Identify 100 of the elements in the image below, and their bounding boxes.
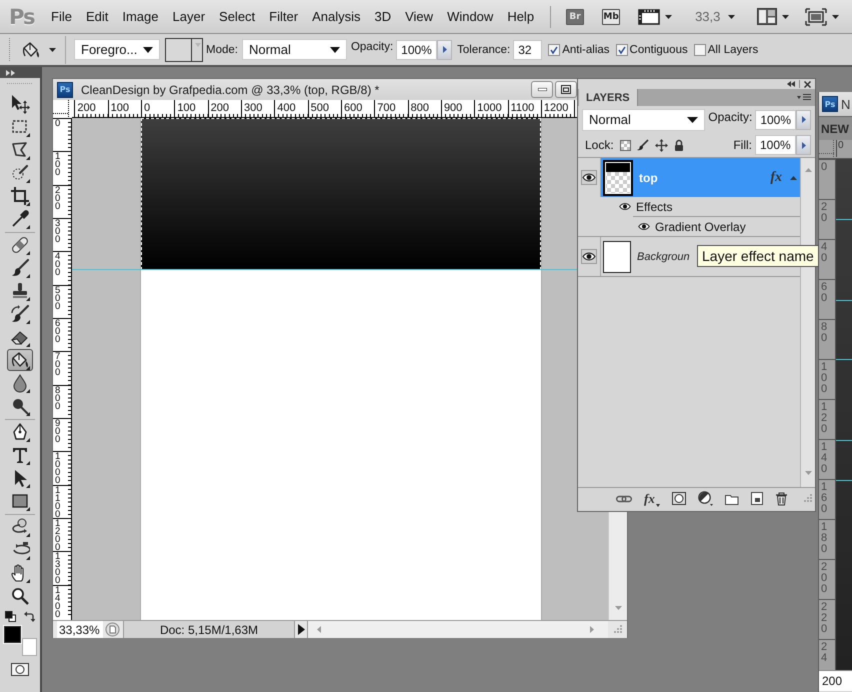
tool-preset-picker[interactable] xyxy=(20,40,56,60)
quick-select-brush-icon xyxy=(10,163,30,183)
tool-button[interactable] xyxy=(7,349,33,371)
grip-icon[interactable] xyxy=(8,38,11,62)
panel-tab[interactable]: LAYERS xyxy=(579,89,638,106)
menu-item[interactable]: View xyxy=(398,6,440,27)
window-title: CleanDesign by Grafpedia.com @ 33,3% (top, RGB/8) * xyxy=(81,82,380,96)
effect-row[interactable]: Gradient Overlay xyxy=(633,217,800,236)
move-cross-icon[interactable] xyxy=(654,138,668,152)
fill-field[interactable]: 100% xyxy=(755,135,796,155)
expand-triangle-icon[interactable] xyxy=(790,176,797,180)
checkbox[interactable] xyxy=(616,44,628,56)
ruler-label: 80 xyxy=(821,320,827,344)
ruler-label: 700 xyxy=(55,352,61,378)
collapse-panel-icon[interactable] xyxy=(787,81,795,87)
menu-item[interactable]: Filter xyxy=(262,6,306,27)
menu-item[interactable]: File xyxy=(44,6,79,27)
layer-thumbnail[interactable] xyxy=(603,240,631,272)
quick-mask-icon[interactable] xyxy=(11,663,29,676)
menu-item[interactable]: Analysis xyxy=(305,6,368,27)
guide-line xyxy=(836,219,852,220)
grip-icon[interactable] xyxy=(7,82,33,85)
bandage-icon xyxy=(10,235,30,255)
ruler-label: 1300 xyxy=(55,552,61,586)
trash-icon[interactable] xyxy=(774,492,788,506)
panel-menu-icon[interactable] xyxy=(797,94,811,102)
ruler-label: 20 xyxy=(821,200,827,224)
minimize-button[interactable] xyxy=(531,81,553,98)
layer-style-button[interactable]: fx xyxy=(644,490,660,506)
checkbox[interactable] xyxy=(694,44,706,56)
3d-rotate-icon xyxy=(10,517,30,537)
background-color-swatch[interactable] xyxy=(22,638,37,656)
swap-arrows-icon[interactable] xyxy=(24,611,35,622)
caret-icon xyxy=(782,14,790,18)
menu-item[interactable]: Edit xyxy=(78,6,116,27)
eye-icon[interactable] xyxy=(581,249,597,264)
ruler-label: 100 xyxy=(55,152,61,178)
blend-mode-dropdown[interactable]: Normal xyxy=(582,108,706,130)
slider-toggle-button[interactable] xyxy=(796,110,812,130)
right-arrow-icon xyxy=(802,142,806,148)
ruler-label: 1200 xyxy=(55,518,61,552)
eye-icon[interactable] xyxy=(638,223,650,230)
zoom-field[interactable]: 33,33% xyxy=(57,621,103,638)
arrange-documents-button[interactable] xyxy=(757,8,790,25)
zoom-level-dropdown[interactable]: 33,3 xyxy=(695,9,736,24)
zoom-field[interactable]: 200 xyxy=(819,670,852,691)
chain-link-icon[interactable] xyxy=(616,494,632,504)
layer-name[interactable]: Backgroun xyxy=(637,250,690,262)
close-icon[interactable] xyxy=(804,80,811,88)
field-label: Fill: xyxy=(733,138,752,152)
guide-line xyxy=(836,359,852,360)
eye-icon[interactable] xyxy=(581,170,597,185)
slider-toggle-button[interactable] xyxy=(437,40,452,60)
layer-mask-icon[interactable] xyxy=(672,492,686,505)
fill-source-dropdown[interactable]: Foregro... xyxy=(74,39,160,60)
ruler-label: 1000 xyxy=(476,102,502,114)
menu-item[interactable]: 3D xyxy=(367,6,398,27)
view-extras-button[interactable] xyxy=(638,8,672,25)
expand-panel-icon[interactable] xyxy=(6,70,15,76)
app-logo: Ps xyxy=(9,4,36,28)
menu-item[interactable]: Help xyxy=(500,6,542,27)
caret-icon xyxy=(665,14,672,18)
guide-line xyxy=(836,300,852,301)
opacity-field[interactable]: 100% xyxy=(755,110,796,130)
foreground-color-swatch[interactable] xyxy=(4,626,21,643)
status-menu-button[interactable] xyxy=(295,621,308,638)
blend-mode-dropdown[interactable]: Normal xyxy=(242,39,347,60)
menu-item[interactable]: Layer xyxy=(166,6,212,27)
slider-toggle-button[interactable] xyxy=(796,135,811,155)
restore-button[interactable] xyxy=(555,81,577,98)
default-colors-icon[interactable] xyxy=(5,611,16,622)
layer-thumbnail[interactable] xyxy=(603,160,633,196)
resize-grip-icon[interactable] xyxy=(613,625,622,634)
brush-icon xyxy=(10,258,30,278)
menu-item[interactable]: Image xyxy=(115,6,166,27)
paint-bucket-icon xyxy=(10,350,30,370)
tolerance-field[interactable]: 32 xyxy=(513,40,542,60)
effects-row[interactable]: Effects xyxy=(578,197,800,216)
document-status-icon[interactable] xyxy=(105,622,120,637)
opacity-field[interactable]: 100% xyxy=(396,40,438,60)
ruler-label: 200 xyxy=(821,560,827,595)
brush-icon[interactable] xyxy=(636,139,649,151)
menu-item[interactable]: Select xyxy=(212,6,262,27)
field-label: Mode: xyxy=(206,44,238,56)
checkbox-label: Contiguous xyxy=(630,44,688,56)
layer-row[interactable]: top fx xyxy=(578,158,800,197)
paint-bucket-icon xyxy=(20,40,42,60)
eye-icon[interactable] xyxy=(619,203,631,210)
folder-icon[interactable] xyxy=(724,492,739,504)
menu-item[interactable]: Window xyxy=(440,6,500,27)
app-launch-button[interactable]: Mb xyxy=(602,8,620,24)
screen-mode-button[interactable] xyxy=(805,8,840,26)
app-launch-button[interactable]: Br xyxy=(566,8,584,24)
resize-grip-icon[interactable] xyxy=(803,494,812,503)
new-page-icon[interactable] xyxy=(750,492,763,505)
padlock-icon[interactable] xyxy=(674,139,684,151)
ruler-origin-icon[interactable] xyxy=(53,100,72,118)
checkerboard-icon[interactable] xyxy=(620,140,631,150)
half-circle-icon[interactable] xyxy=(698,491,713,506)
checkbox[interactable] xyxy=(548,44,560,56)
